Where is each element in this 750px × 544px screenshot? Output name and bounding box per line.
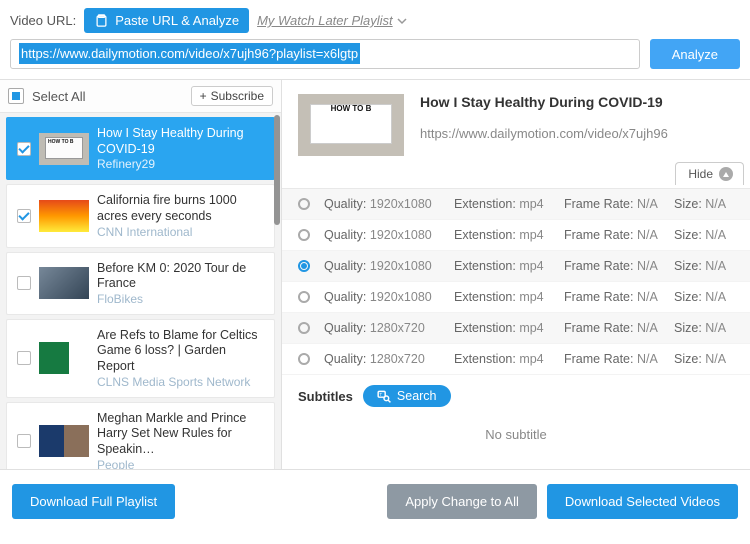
item-title: How I Stay Healthy During COVID-19 xyxy=(97,126,264,157)
paste-url-button[interactable]: Paste URL & Analyze xyxy=(84,8,249,33)
item-source: CLNS Media Sports Network xyxy=(97,375,264,389)
format-row[interactable]: Quality: 1920x1080Extenstion: mp4Frame R… xyxy=(282,251,750,282)
item-thumbnail xyxy=(39,267,89,299)
video-url-label: Video URL: xyxy=(10,13,76,28)
format-radio[interactable] xyxy=(298,291,310,303)
url-text: https://www.dailymotion.com/video/x7ujh9… xyxy=(19,43,360,64)
url-input[interactable]: https://www.dailymotion.com/video/x7ujh9… xyxy=(10,39,640,69)
item-source: People xyxy=(97,458,264,470)
subtitles-heading: Subtitles xyxy=(298,389,353,404)
scrollbar[interactable] xyxy=(273,113,281,469)
item-thumbnail xyxy=(39,425,89,457)
format-row[interactable]: Quality: 1920x1080Extenstion: mp4Frame R… xyxy=(282,220,750,251)
subscribe-button[interactable]: + Subscribe xyxy=(191,86,273,106)
item-source: CNN International xyxy=(97,225,264,239)
detail-thumbnail: HOW TO B xyxy=(298,94,404,156)
format-row[interactable]: Quality: 1920x1080Extenstion: mp4Frame R… xyxy=(282,282,750,313)
no-subtitle-text: No subtitle xyxy=(282,413,750,456)
svg-text:T: T xyxy=(379,392,382,397)
list-item[interactable]: Before KM 0: 2020 Tour de FranceFloBikes xyxy=(6,252,275,315)
detail-url: https://www.dailymotion.com/video/x7ujh9… xyxy=(420,126,668,141)
subtitle-search-button[interactable]: T Search xyxy=(363,385,451,407)
chevron-up-icon xyxy=(719,167,733,181)
hide-label: Hide xyxy=(688,167,713,181)
watch-later-link[interactable]: My Watch Later Playlist xyxy=(257,13,407,28)
item-title: California fire burns 1000 acres every s… xyxy=(97,193,264,224)
clipboard-icon xyxy=(94,13,109,28)
item-checkbox[interactable] xyxy=(17,434,31,448)
download-selected-button[interactable]: Download Selected Videos xyxy=(547,484,738,519)
hide-button[interactable]: Hide xyxy=(675,162,744,185)
format-list: Quality: 1920x1080Extenstion: mp4Frame R… xyxy=(282,188,750,375)
list-item[interactable]: Meghan Markle and Prince Harry Set New R… xyxy=(6,402,275,469)
item-thumbnail xyxy=(39,200,89,232)
format-row[interactable]: Quality: 1280x720Extenstion: mp4Frame Ra… xyxy=(282,344,750,375)
item-thumbnail xyxy=(39,342,89,374)
subtitle-search-icon: T xyxy=(377,389,391,403)
playlist-list[interactable]: HOW TO B How I Stay Healthy During COVID-… xyxy=(0,113,281,469)
detail-thumb-text: HOW TO B xyxy=(331,104,372,113)
subscribe-label: Subscribe xyxy=(211,89,264,103)
select-all-checkbox[interactable] xyxy=(8,88,24,104)
paste-url-label: Paste URL & Analyze xyxy=(115,13,239,28)
item-title: Are Refs to Blame for Celtics Game 6 los… xyxy=(97,328,264,375)
detail-title: How I Stay Healthy During COVID-19 xyxy=(420,94,668,110)
analyze-button[interactable]: Analyze xyxy=(650,39,740,69)
item-checkbox[interactable] xyxy=(17,142,31,156)
format-row[interactable]: Quality: 1920x1080Extenstion: mp4Frame R… xyxy=(282,189,750,220)
format-radio[interactable] xyxy=(298,198,310,210)
download-full-playlist-button[interactable]: Download Full Playlist xyxy=(12,484,175,519)
item-checkbox[interactable] xyxy=(17,209,31,223)
item-title: Before KM 0: 2020 Tour de France xyxy=(97,261,264,292)
format-row[interactable]: Quality: 1280x720Extenstion: mp4Frame Ra… xyxy=(282,313,750,344)
item-thumbnail: HOW TO B xyxy=(39,133,89,165)
select-all-label: Select All xyxy=(32,89,85,104)
item-title: Meghan Markle and Prince Harry Set New R… xyxy=(97,411,264,458)
item-checkbox[interactable] xyxy=(17,276,31,290)
list-item[interactable]: California fire burns 1000 acres every s… xyxy=(6,184,275,247)
item-source: Refinery29 xyxy=(97,157,264,171)
watch-later-label: My Watch Later Playlist xyxy=(257,13,393,28)
item-checkbox[interactable] xyxy=(17,351,31,365)
format-radio[interactable] xyxy=(298,322,310,334)
format-radio[interactable] xyxy=(298,229,310,241)
format-radio[interactable] xyxy=(298,353,310,365)
plus-icon: + xyxy=(200,89,207,103)
format-radio[interactable] xyxy=(298,260,310,272)
list-item[interactable]: HOW TO B How I Stay Healthy During COVID-… xyxy=(6,117,275,180)
list-item[interactable]: Are Refs to Blame for Celtics Game 6 los… xyxy=(6,319,275,398)
item-source: FloBikes xyxy=(97,292,264,306)
apply-to-all-button[interactable]: Apply Change to All xyxy=(387,484,536,519)
scrollbar-thumb[interactable] xyxy=(274,115,280,225)
subtitle-search-label: Search xyxy=(397,389,437,403)
chevron-down-icon xyxy=(397,16,407,26)
